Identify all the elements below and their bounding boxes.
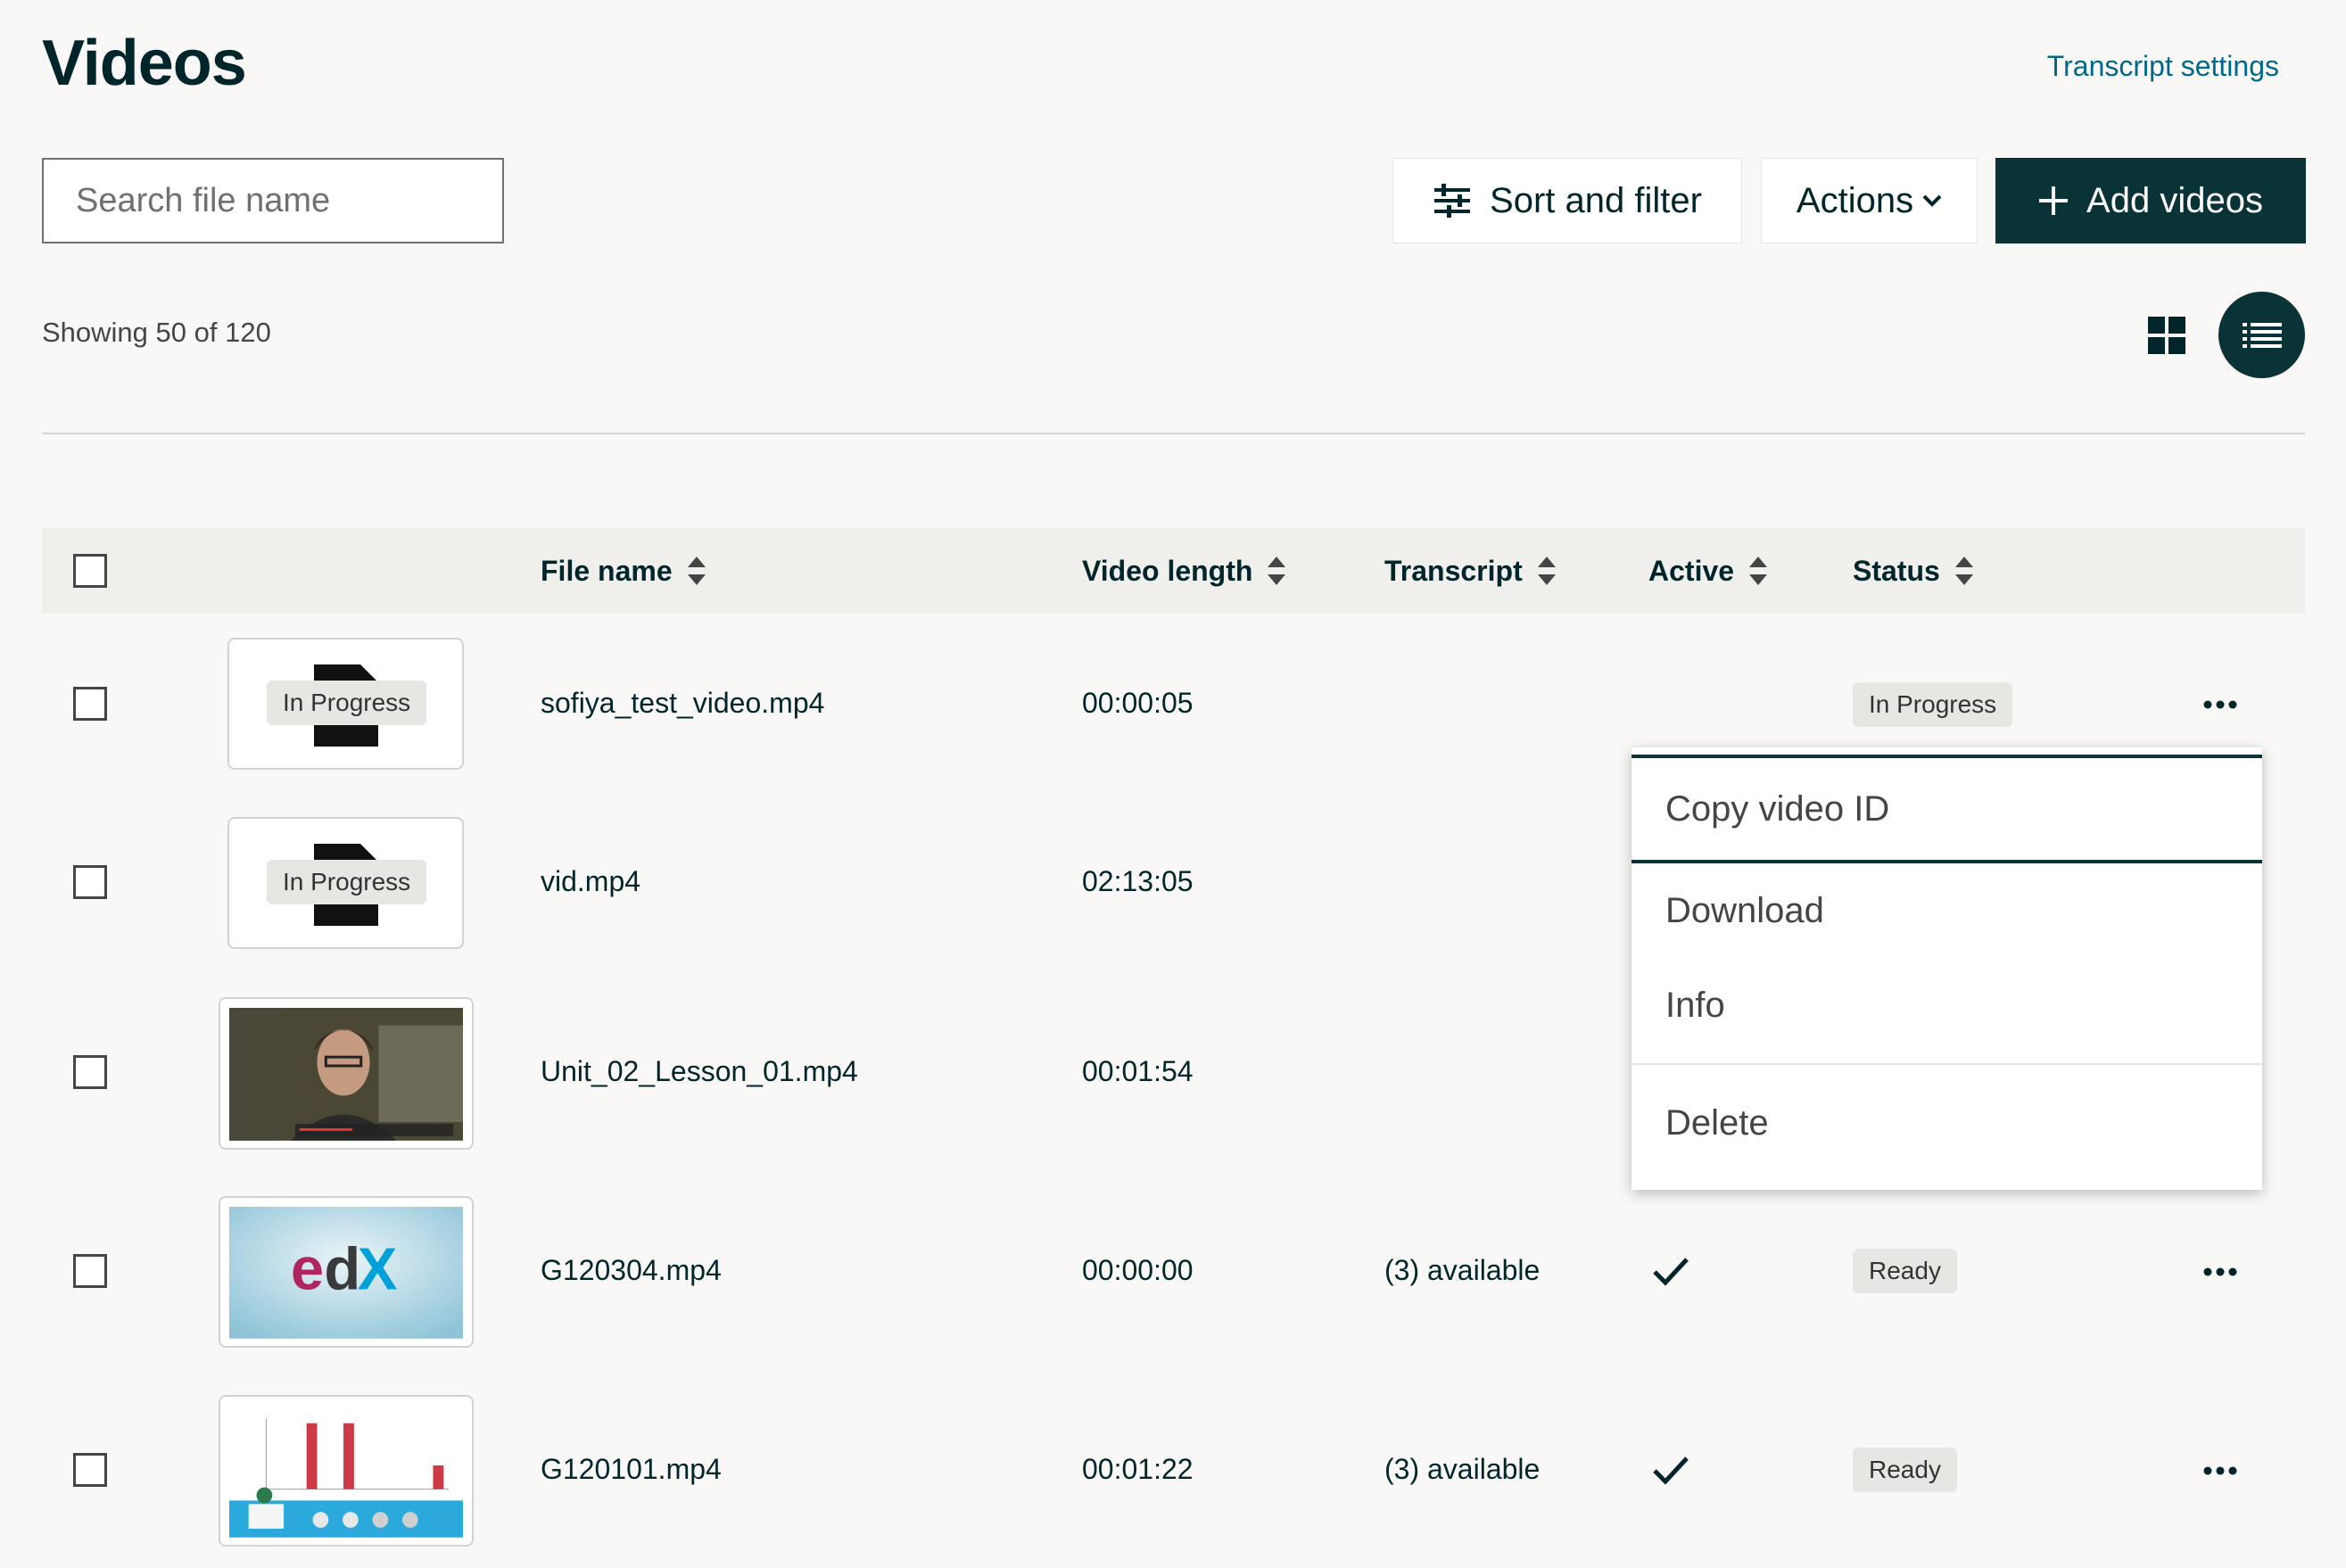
- actions-button[interactable]: Actions: [1761, 158, 1978, 243]
- svg-text:e: e: [291, 1236, 324, 1303]
- video-thumbnail[interactable]: In Progress: [227, 638, 464, 770]
- status-badge: In Progress: [1853, 682, 2013, 727]
- sort-icon: [1537, 557, 1556, 585]
- edx-logo-thumbnail: e d X: [229, 1207, 463, 1339]
- chevron-down-icon: [1922, 194, 1942, 207]
- menu-item-info[interactable]: Info: [1631, 958, 2262, 1052]
- grid-view-icon: [2148, 317, 2185, 354]
- page-title: Videos: [42, 28, 247, 99]
- video-length: 00:01:22: [1082, 1453, 1194, 1485]
- column-status[interactable]: Status: [1853, 528, 1974, 614]
- table-header: File name Video length Transcript Active…: [42, 528, 2305, 614]
- thumbnail-badge: In Progress: [267, 681, 427, 725]
- file-name[interactable]: G120101.mp4: [541, 1453, 722, 1486]
- sort-and-filter-button[interactable]: Sort and filter: [1392, 158, 1742, 243]
- lecture-thumbnail-image: [229, 1008, 463, 1141]
- column-label: File name: [541, 554, 673, 587]
- check-icon: [1653, 1457, 1689, 1485]
- transcript-count: (3) available: [1384, 1453, 1541, 1485]
- video-length: 00:01:54: [1082, 1055, 1194, 1087]
- column-transcript[interactable]: Transcript: [1384, 528, 1557, 614]
- column-label: Status: [1853, 554, 1940, 587]
- column-label: Active: [1648, 554, 1735, 587]
- sort-icon: [687, 557, 706, 585]
- sliders-icon: [1434, 184, 1471, 218]
- add-videos-label: Add videos: [2086, 180, 2263, 220]
- row-checkbox[interactable]: [73, 1453, 107, 1487]
- sort-icon: [1749, 557, 1768, 585]
- grid-view-button[interactable]: [2148, 317, 2185, 354]
- row-checkbox[interactable]: [73, 865, 107, 899]
- check-icon: [1653, 1258, 1689, 1286]
- bar-chart-slide-thumbnail: [229, 1406, 463, 1538]
- row-more-button[interactable]: [2193, 1453, 2247, 1489]
- row-more-button[interactable]: [2193, 687, 2247, 722]
- status-badge: Ready: [1853, 1448, 1957, 1492]
- file-name[interactable]: Unit_02_Lesson_01.mp4: [541, 1055, 858, 1088]
- more-icon: [2203, 1267, 2237, 1276]
- video-thumbnail[interactable]: [219, 1395, 474, 1547]
- transcript-count: (3) available: [1384, 1254, 1541, 1286]
- file-name[interactable]: vid.mp4: [541, 865, 640, 898]
- svg-text:d: d: [324, 1236, 360, 1303]
- column-video-length[interactable]: Video length: [1082, 528, 1286, 614]
- sort-icon: [1268, 557, 1286, 585]
- more-icon: [2203, 700, 2237, 709]
- thumbnail-badge: In Progress: [267, 860, 427, 904]
- video-thumbnail[interactable]: e d X: [219, 1196, 474, 1348]
- column-active[interactable]: Active: [1648, 528, 1768, 614]
- file-name[interactable]: sofiya_test_video.mp4: [541, 687, 824, 720]
- menu-item-copy-video-id[interactable]: Copy video ID: [1631, 755, 2262, 863]
- file-name[interactable]: G120304.mp4: [541, 1254, 722, 1287]
- row-checkbox[interactable]: [73, 1254, 107, 1288]
- row-checkbox[interactable]: [73, 687, 107, 721]
- search-input[interactable]: [42, 158, 504, 243]
- row-actions-menu: Copy video ID Download Info Delete: [1631, 747, 2262, 1190]
- sort-icon: [1954, 557, 1973, 585]
- video-thumbnail[interactable]: In Progress: [227, 817, 464, 949]
- sort-and-filter-label: Sort and filter: [1490, 180, 1702, 220]
- video-length: 02:13:05: [1082, 865, 1194, 897]
- column-file-name[interactable]: File name: [541, 528, 706, 614]
- results-count: Showing 50 of 120: [42, 317, 271, 348]
- video-thumbnail[interactable]: [219, 997, 474, 1150]
- status-badge: Ready: [1853, 1249, 1957, 1293]
- plus-icon: [2039, 186, 2069, 215]
- menu-item-delete[interactable]: Delete: [1631, 1065, 2262, 1181]
- actions-label: Actions: [1796, 180, 1914, 220]
- row-more-button[interactable]: [2193, 1254, 2247, 1290]
- video-length: 00:00:05: [1082, 687, 1194, 719]
- svg-text:X: X: [358, 1236, 398, 1303]
- add-videos-button[interactable]: Add videos: [1995, 158, 2306, 243]
- column-label: Video length: [1082, 554, 1253, 587]
- video-length: 00:00:00: [1082, 1254, 1194, 1286]
- list-view-button[interactable]: [2218, 292, 2305, 378]
- list-view-icon: [2242, 322, 2282, 348]
- column-label: Transcript: [1384, 554, 1523, 587]
- row-checkbox[interactable]: [73, 1055, 107, 1089]
- menu-item-download[interactable]: Download: [1631, 863, 2262, 958]
- select-all-checkbox[interactable]: [73, 554, 107, 588]
- more-icon: [2203, 1466, 2237, 1475]
- transcript-settings-link[interactable]: Transcript settings: [2047, 50, 2279, 83]
- divider: [42, 433, 2305, 434]
